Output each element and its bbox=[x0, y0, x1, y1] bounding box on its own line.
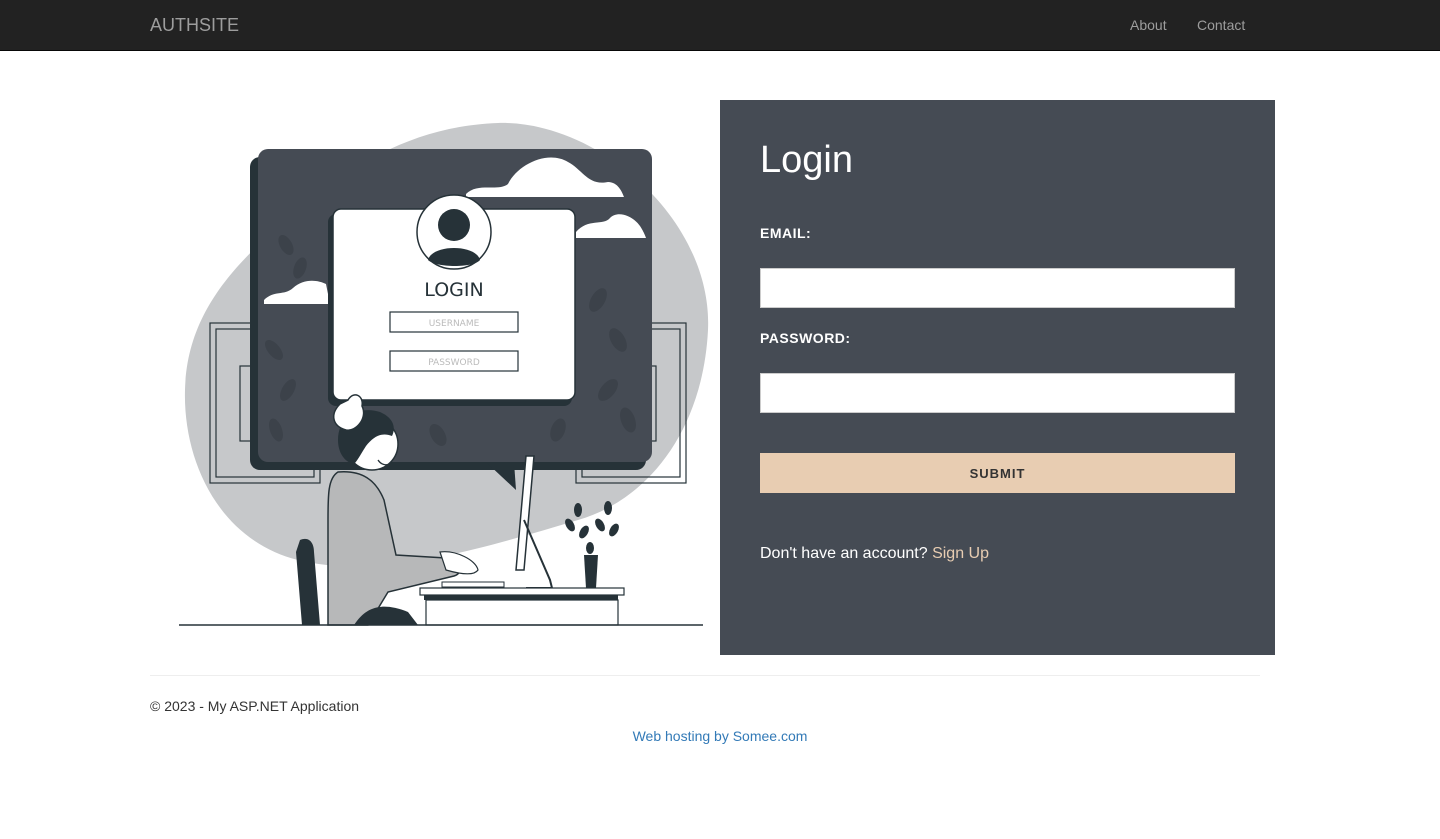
login-panel: Login EMAIL: PASSWORD: SUBMIT Don't have… bbox=[720, 100, 1275, 655]
plant-icon bbox=[584, 555, 598, 588]
footer-copyright: © 2023 - My ASP.NET Application bbox=[150, 698, 360, 714]
illustration-username-placeholder: USERNAME bbox=[429, 319, 480, 329]
hosting-credit: Web hosting by Somee.com bbox=[0, 728, 1440, 745]
login-title: Login bbox=[760, 139, 853, 181]
signup-prompt: Don't have an account? Sign Up bbox=[760, 544, 989, 563]
nav-link-contact[interactable]: Contact bbox=[1197, 17, 1245, 34]
submit-button[interactable]: SUBMIT bbox=[760, 453, 1235, 493]
email-label: EMAIL: bbox=[760, 225, 812, 241]
brand-link[interactable]: AUTHSITE bbox=[150, 14, 239, 36]
password-label: PASSWORD: bbox=[760, 330, 851, 346]
navbar: AUTHSITE About Contact bbox=[0, 0, 1440, 51]
signup-link[interactable]: Sign Up bbox=[932, 545, 989, 562]
email-field[interactable] bbox=[760, 268, 1235, 308]
hosting-link[interactable]: Web hosting by Somee.com bbox=[633, 728, 808, 744]
illustration-password-placeholder: PASSWORD bbox=[428, 358, 480, 368]
desk bbox=[419, 587, 625, 596]
nav-link-about[interactable]: About bbox=[1130, 17, 1167, 34]
illustration-login-label: LOGIN bbox=[424, 279, 483, 301]
no-account-text: Don't have an account? bbox=[760, 545, 928, 562]
password-field[interactable] bbox=[760, 373, 1235, 413]
footer-divider bbox=[150, 675, 1260, 676]
login-illustration: LOGIN USERNAME PASSWORD bbox=[178, 100, 710, 630]
